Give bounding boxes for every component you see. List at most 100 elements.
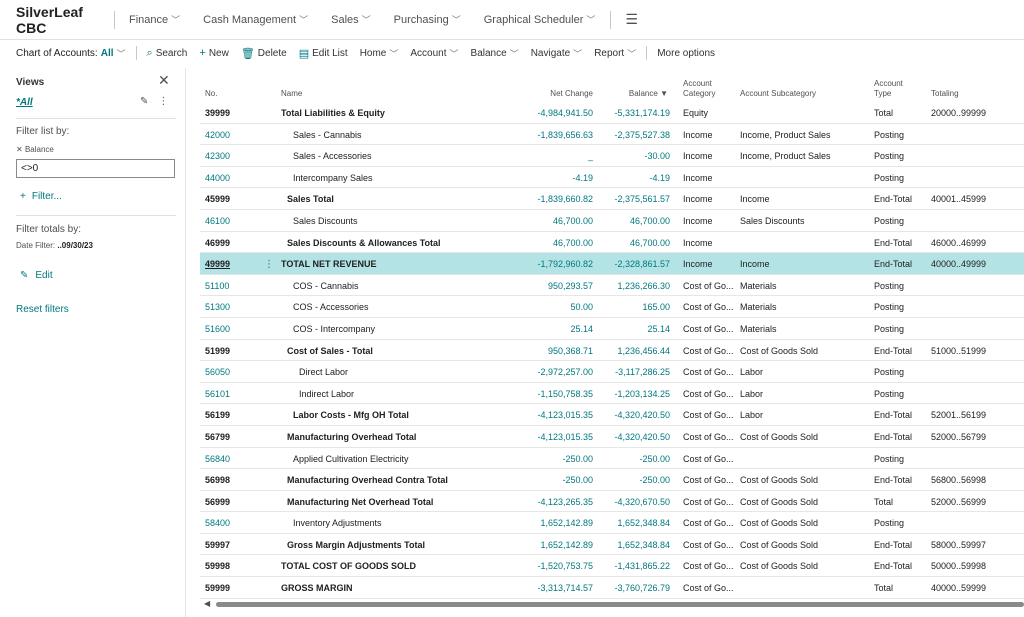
cell-no[interactable]: 59999: [205, 583, 230, 593]
cell-net-change[interactable]: -1,150,758.35: [533, 389, 593, 399]
cell-balance[interactable]: -1,203,134.25: [610, 389, 670, 399]
cell-balance[interactable]: 1,652,348.84: [610, 518, 670, 528]
account-menu[interactable]: Account ﹀: [404, 47, 464, 60]
view-all[interactable]: *All: [16, 97, 33, 108]
table-row[interactable]: 51300 COS - Accessories 50.00 165.00 Cost of…: [200, 296, 1024, 318]
cell-net-change[interactable]: -4,123,265.35: [533, 497, 593, 507]
table-row[interactable]: 59997 Gross Margin Adjustments Total 1,652…: [200, 534, 1024, 556]
col-net-change[interactable]: Net Change: [533, 89, 593, 99]
cell-no[interactable]: 51300: [205, 302, 230, 312]
cell-no[interactable]: 56998: [205, 475, 230, 485]
table-row[interactable]: 56999 Manufacturing Net Overhead Total -4,…: [200, 491, 1024, 513]
cell-balance[interactable]: 1,236,266.30: [610, 281, 670, 291]
cell-no[interactable]: 58400: [205, 518, 230, 528]
nav-finance[interactable]: Finance ﹀: [115, 13, 189, 26]
cell-no[interactable]: 56840: [205, 454, 230, 464]
cell-no[interactable]: 49999: [205, 259, 230, 269]
col-no[interactable]: No.: [205, 89, 217, 99]
report-menu[interactable]: Report ﹀: [588, 47, 642, 60]
table-row[interactable]: 56840 Applied Cultivation Electricity -250…: [200, 448, 1024, 470]
cell-balance[interactable]: 165.00: [610, 302, 670, 312]
edit-list-button[interactable]: ▤ Edit List: [293, 47, 354, 60]
cell-balance[interactable]: -3,117,286.25: [610, 367, 670, 377]
date-filter[interactable]: Date Filter: ..09/30/23: [16, 241, 93, 250]
table-row[interactable]: 56799 Manufacturing Overhead Total -4,123,…: [200, 426, 1024, 448]
table-row[interactable]: 56101 Indirect Labor -1,150,758.35 -1,203,1…: [200, 383, 1024, 405]
balance-menu[interactable]: Balance ﹀: [465, 47, 525, 60]
cell-no[interactable]: 56999: [205, 497, 230, 507]
table-row[interactable]: 42300 Sales - Accessories _ -30.00 Income Inc…: [200, 145, 1024, 167]
cell-balance[interactable]: -2,328,861.57: [610, 259, 670, 269]
navigate-menu[interactable]: Navigate ﹀: [525, 47, 588, 60]
cell-net-change[interactable]: -1,839,656.63: [533, 130, 593, 140]
cell-balance[interactable]: -4.19: [610, 173, 670, 183]
row-actions-icon[interactable]: ⋮: [264, 259, 274, 270]
nav-cash-management[interactable]: Cash Management ﹀: [189, 13, 317, 26]
close-icon[interactable]: ✕: [158, 72, 170, 89]
cell-balance[interactable]: -4,320,670.50: [610, 497, 670, 507]
col-totaling[interactable]: Totaling: [931, 89, 959, 99]
cell-balance[interactable]: 46,700.00: [610, 216, 670, 226]
table-row[interactable]: 59998 TOTAL COST OF GOODS SOLD -1,520,753.…: [200, 555, 1024, 578]
more-options-button[interactable]: More options: [651, 48, 721, 59]
cell-net-change[interactable]: -4.19: [533, 173, 593, 183]
filter-field-label[interactable]: ✕ Balance: [16, 145, 54, 154]
cell-no[interactable]: 51100: [205, 281, 229, 291]
table-row[interactable]: 56199 Labor Costs - Mfg OH Total -4,123,01…: [200, 404, 1024, 426]
cell-balance[interactable]: -5,331,174.19: [610, 108, 670, 118]
new-button[interactable]: + New: [193, 47, 234, 59]
cell-balance[interactable]: 46,700.00: [610, 238, 670, 248]
cell-no[interactable]: 45999: [205, 194, 230, 204]
cell-no[interactable]: 51600: [205, 324, 230, 334]
table-row[interactable]: 59999 GROSS MARGIN -3,313,714.57 -3,760,726…: [200, 577, 1024, 599]
table-row[interactable]: 51100 COS - Cannabis 950,293.57 1,236,266.3…: [200, 275, 1024, 297]
cell-balance[interactable]: -250.00: [610, 475, 670, 485]
cell-net-change[interactable]: 950,368.71: [533, 346, 593, 356]
hamburger-menu-icon[interactable]: ☰: [611, 11, 652, 28]
cell-net-change[interactable]: -4,984,941.50: [533, 108, 593, 118]
nav-graphical-scheduler[interactable]: Graphical Scheduler ﹀: [470, 13, 605, 26]
reset-filters-link[interactable]: Reset filters: [16, 304, 69, 315]
cell-net-change[interactable]: -3,313,714.57: [533, 583, 593, 593]
col-account-subcategory[interactable]: Account Subcategory: [740, 89, 816, 99]
chart-of-accounts-filter[interactable]: Chart of Accounts: All ﹀: [0, 47, 132, 60]
search-button[interactable]: ⌕ Search: [141, 47, 194, 60]
col-account-category[interactable]: Account Category: [683, 79, 715, 99]
cell-balance[interactable]: -1,431,865.22: [610, 561, 670, 571]
cell-no[interactable]: 56199: [205, 410, 230, 420]
cell-net-change[interactable]: 950,293.57: [533, 281, 593, 291]
cell-no[interactable]: 59998: [205, 561, 230, 571]
cell-balance[interactable]: -250.00: [610, 454, 670, 464]
cell-net-change[interactable]: -250.00: [533, 475, 593, 485]
cell-net-change[interactable]: 50.00: [533, 302, 593, 312]
cell-balance[interactable]: -4,320,420.50: [610, 432, 670, 442]
col-name[interactable]: Name: [281, 89, 302, 99]
home-menu[interactable]: Home ﹀: [354, 47, 405, 60]
cell-net-change[interactable]: 1,652,142.89: [533, 540, 593, 550]
table-row[interactable]: 56050 Direct Labor -2,972,257.00 -3,117,286…: [200, 361, 1024, 383]
table-row[interactable]: 51999 Cost of Sales - Total 950,368.71 1,23…: [200, 340, 1024, 362]
cell-net-change[interactable]: -1,520,753.75: [533, 561, 593, 571]
scroll-left-arrow-icon[interactable]: ◀: [204, 599, 210, 608]
table-row[interactable]: 56998 Manufacturing Overhead Contra Total…: [200, 469, 1024, 491]
cell-net-change[interactable]: 1,652,142.89: [533, 518, 593, 528]
cell-no[interactable]: 51999: [205, 346, 230, 356]
delete-button[interactable]: 🗑 Delete: [235, 47, 293, 60]
table-row[interactable]: 46100 Sales Discounts 46,700.00 46,700.00 In…: [200, 210, 1024, 232]
more-icon[interactable]: ⋮: [158, 96, 168, 107]
cell-net-change[interactable]: -2,972,257.00: [533, 367, 593, 377]
table-row[interactable]: 42000 Sales - Cannabis -1,839,656.63 -2,375…: [200, 124, 1024, 146]
col-account-type[interactable]: Account Type: [874, 79, 903, 99]
cell-net-change[interactable]: 25.14: [533, 324, 593, 334]
save-view-icon[interactable]: ✎: [140, 96, 148, 107]
cell-net-change[interactable]: -1,839,660.82: [533, 194, 593, 204]
cell-net-change[interactable]: 46,700.00: [533, 238, 593, 248]
col-balance[interactable]: Balance ▼: [610, 89, 668, 99]
cell-balance[interactable]: -30.00: [610, 151, 670, 161]
table-row[interactable]: 46999 Sales Discounts & Allowances Total 4…: [200, 232, 1024, 254]
table-row[interactable]: 39999 Total Liabilities & Equity -4,984,94…: [200, 102, 1024, 124]
cell-balance[interactable]: -2,375,561.57: [610, 194, 670, 204]
cell-net-change[interactable]: 46,700.00: [533, 216, 593, 226]
cell-no[interactable]: 56101: [205, 389, 230, 399]
cell-no[interactable]: 56050: [205, 367, 230, 377]
